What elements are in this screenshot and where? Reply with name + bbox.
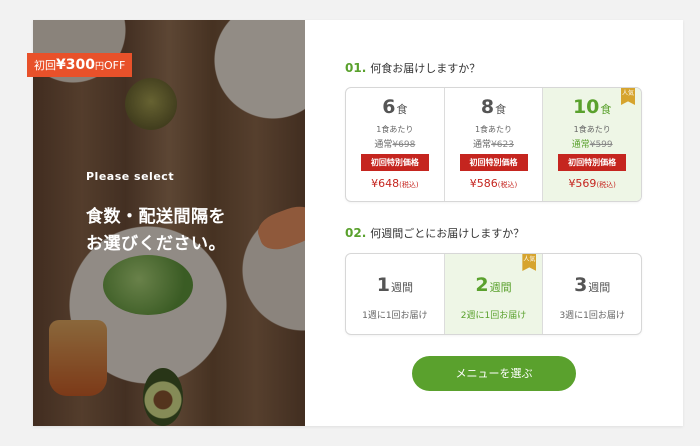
meal-option-8[interactable]: 8食 1食あたり 通常¥623 初回特別価格 ¥586(税込) xyxy=(445,88,544,201)
badge-prefix: 初回 xyxy=(34,59,56,72)
meal-count-number: 6 xyxy=(382,96,396,118)
per-meal-label: 1食あたり xyxy=(474,125,513,134)
salad-image xyxy=(103,255,193,315)
headline-line-2: お選びください。 xyxy=(86,234,226,254)
interval-option-2-weeks[interactable]: 人気 2週間 2週に1回お届け xyxy=(444,254,544,334)
regular-price: 通常¥599 xyxy=(543,137,641,150)
avocado-image xyxy=(143,368,183,426)
interval-description: 1週に1回お届け xyxy=(362,311,428,321)
meal-count-number: 8 xyxy=(480,96,495,118)
special-price: ¥648(税込) xyxy=(346,177,444,190)
meal-count-unit: 食 xyxy=(495,103,507,116)
meal-option-6[interactable]: 6食 1食あたり 通常¥698 初回特別価格 ¥648(税込) xyxy=(346,88,445,201)
regular-label: 通常 xyxy=(473,140,492,150)
interval-count: 2週間 xyxy=(445,274,543,296)
tax-label: (税込) xyxy=(596,181,616,189)
meal-count-number: 10 xyxy=(572,96,600,118)
interval-count: 3週間 xyxy=(543,274,641,296)
interval-count: 1週間 xyxy=(346,274,444,296)
badge-amount: ¥300 xyxy=(56,57,95,73)
interval-number: 2 xyxy=(475,274,489,296)
per-meal-label: 1食あたり xyxy=(376,125,414,134)
interval-unit: 週間 xyxy=(588,281,611,294)
badge-suffix: OFF xyxy=(103,59,126,72)
interval-description: 3週に1回お届け xyxy=(559,311,625,321)
regular-price-value: ¥623 xyxy=(491,140,514,150)
question-text: 何食お届けしますか？ xyxy=(370,62,481,75)
interval-number: 3 xyxy=(574,274,588,296)
tax-label: (税込) xyxy=(497,181,518,189)
delivery-interval-options: 1週間 1週に1回お届け 人気 2週間 2週に1回お届け 3週間 3週に1回お届… xyxy=(345,253,642,335)
regular-price-value: ¥698 xyxy=(392,140,416,150)
interval-description: 2週に1回お届け xyxy=(460,311,527,321)
select-menu-button[interactable]: メニューを選ぶ xyxy=(412,356,576,391)
meal-count-unit: 食 xyxy=(396,103,408,116)
tax-label: (税込) xyxy=(399,181,419,189)
question-delivery-interval: 02. 何週間ごとにお届けしますか？ xyxy=(345,225,524,241)
badge-unit: 円 xyxy=(94,62,104,72)
question-number: 02. xyxy=(345,226,367,240)
question-number: 01. xyxy=(345,61,367,75)
plan-selector-card: 初回¥300円OFF Please select 食数・配送間隔を お選びくださ… xyxy=(27,20,683,426)
special-price-value: ¥586 xyxy=(469,177,498,190)
regular-label: 通常 xyxy=(571,140,590,150)
hero-headline: 食数・配送間隔を お選びください。 xyxy=(86,204,286,258)
headline-line-1: 食数・配送間隔を xyxy=(86,207,226,227)
popular-ribbon-icon: 人気 xyxy=(522,254,537,271)
question-meal-count: 01. 何食お届けしますか？ xyxy=(345,60,480,76)
special-price: ¥569(税込) xyxy=(543,177,641,190)
meal-option-10[interactable]: 人気 10食 1食あたり 通常¥599 初回特別価格 ¥569(税込) xyxy=(543,88,641,201)
regular-price-value: ¥599 xyxy=(589,140,613,150)
special-price-label: 初回特別価格 xyxy=(558,154,627,171)
meal-count-unit: 食 xyxy=(600,103,612,116)
interval-unit: 週間 xyxy=(390,281,413,294)
regular-price: 通常¥698 xyxy=(346,137,444,150)
first-time-discount-badge: 初回¥300円OFF xyxy=(27,53,133,77)
hero-subtitle: Please select xyxy=(86,170,175,183)
special-price-label: 初回特別価格 xyxy=(360,154,429,171)
regular-label: 通常 xyxy=(374,140,393,150)
interval-number: 1 xyxy=(376,274,390,296)
juice-glass-image xyxy=(49,320,107,396)
meal-count: 8食 xyxy=(445,96,543,118)
question-text: 何週間ごとにお届けしますか？ xyxy=(370,227,525,240)
interval-option-3-weeks[interactable]: 3週間 3週に1回お届け xyxy=(543,254,641,334)
interval-unit: 週間 xyxy=(489,281,512,294)
special-price-value: ¥648 xyxy=(371,177,400,190)
interval-option-1-week[interactable]: 1週間 1週に1回お届け xyxy=(346,254,445,334)
special-price-value: ¥569 xyxy=(568,177,597,190)
olives-bowl-image xyxy=(125,78,177,130)
regular-price: 通常¥623 xyxy=(445,137,543,150)
special-price: ¥586(税込) xyxy=(445,177,543,190)
meal-count-options: 6食 1食あたり 通常¥698 初回特別価格 ¥648(税込) 8食 1食あたり… xyxy=(345,87,642,202)
special-price-label: 初回特別価格 xyxy=(459,154,528,171)
per-meal-label: 1食あたり xyxy=(573,125,611,134)
meal-count: 6食 xyxy=(346,96,444,118)
